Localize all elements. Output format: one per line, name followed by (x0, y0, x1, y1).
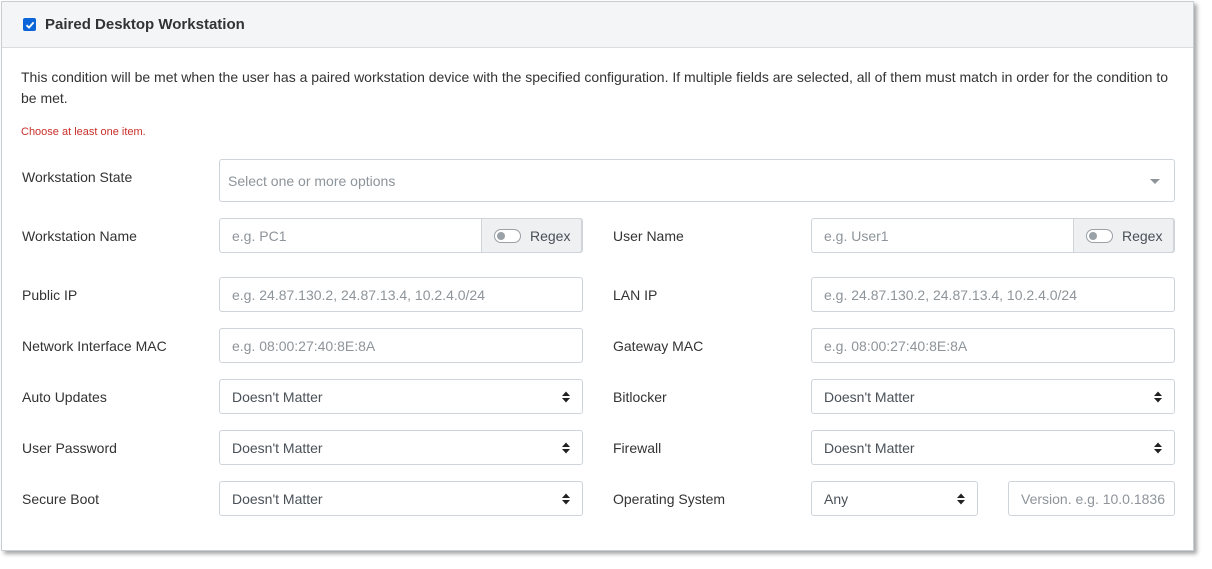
auto-updates-label: Auto Updates (22, 389, 107, 405)
firewall-select[interactable]: Doesn't Matter (811, 430, 1175, 465)
workstation-name-regex-toggle[interactable]: Regex (481, 218, 582, 253)
auto-updates-value: Doesn't Matter (232, 388, 323, 405)
condition-description: This condition will be met when the user… (21, 69, 1169, 106)
os-version-placeholder: Version. e.g. 10.0.1836 (1021, 490, 1165, 507)
workstation-name-label: Workstation Name (22, 228, 137, 244)
lan-ip-input[interactable]: e.g. 24.87.130.2, 24.87.13.4, 10.2.4.0/2… (811, 277, 1175, 312)
select-arrows-icon (1154, 442, 1162, 454)
regex-label: Regex (530, 227, 571, 244)
check-icon (25, 21, 34, 29)
secure-boot-value: Doesn't Matter (232, 490, 323, 507)
user-name-placeholder: e.g. User1 (824, 227, 889, 244)
gateway-mac-placeholder: e.g. 08:00:27:40:8E:8A (824, 337, 968, 354)
os-version-input[interactable]: Version. e.g. 10.0.1836 (1008, 481, 1175, 516)
workstation-name-placeholder: e.g. PC1 (232, 227, 287, 244)
workstation-state-multiselect[interactable]: Select one or more options (219, 159, 1175, 202)
operating-system-select[interactable]: Any (811, 481, 978, 516)
panel-header: Paired Desktop Workstation (2, 2, 1193, 48)
bitlocker-label: Bitlocker (613, 389, 667, 405)
user-name-regex-toggle[interactable]: Regex (1073, 218, 1174, 253)
network-mac-placeholder: e.g. 08:00:27:40:8E:8A (232, 337, 376, 354)
secure-boot-select[interactable]: Doesn't Matter (219, 481, 583, 516)
workstation-state-placeholder: Select one or more options (228, 172, 396, 189)
select-arrows-icon (562, 442, 570, 454)
gateway-mac-input[interactable]: e.g. 08:00:27:40:8E:8A (811, 328, 1175, 363)
select-arrows-icon (957, 493, 965, 505)
select-arrows-icon (562, 493, 570, 505)
workstation-name-input[interactable]: e.g. PC1 Regex (219, 218, 583, 253)
operating-system-label: Operating System (613, 491, 726, 507)
user-name-label: User Name (613, 228, 684, 244)
auto-updates-select[interactable]: Doesn't Matter (219, 379, 583, 414)
workstation-state-label: Workstation State (22, 169, 133, 185)
firewall-label: Firewall (613, 440, 662, 456)
bitlocker-value: Doesn't Matter (824, 388, 915, 405)
lan-ip-placeholder: e.g. 24.87.130.2, 24.87.13.4, 10.2.4.0/2… (824, 286, 1077, 303)
validation-error: Choose at least one item. (21, 126, 146, 138)
public-ip-input[interactable]: e.g. 24.87.130.2, 24.87.13.4, 10.2.4.0/2… (219, 277, 583, 312)
operating-system-value: Any (824, 490, 849, 507)
regex-label: Regex (1122, 227, 1163, 244)
user-password-value: Doesn't Matter (232, 439, 323, 456)
toggle-switch-icon[interactable] (1086, 228, 1113, 243)
public-ip-label: Public IP (22, 287, 78, 303)
firewall-value: Doesn't Matter (824, 439, 915, 456)
gateway-mac-label: Gateway MAC (613, 338, 704, 354)
toggle-switch-icon[interactable] (494, 228, 521, 243)
network-interface-mac-label: Network Interface MAC (22, 338, 167, 354)
user-name-input[interactable]: e.g. User1 Regex (811, 218, 1175, 253)
enable-condition-checkbox[interactable] (23, 18, 36, 31)
user-password-select[interactable]: Doesn't Matter (219, 430, 583, 465)
public-ip-placeholder: e.g. 24.87.130.2, 24.87.13.4, 10.2.4.0/2… (232, 286, 485, 303)
select-arrows-icon (1154, 391, 1162, 403)
panel-title: Paired Desktop Workstation (45, 16, 245, 33)
network-interface-mac-input[interactable]: e.g. 08:00:27:40:8E:8A (219, 328, 583, 363)
chevron-down-icon (1150, 179, 1160, 184)
select-arrows-icon (562, 391, 570, 403)
user-password-label: User Password (22, 440, 117, 456)
secure-boot-label: Secure Boot (22, 491, 100, 507)
lan-ip-label: LAN IP (613, 287, 658, 303)
bitlocker-select[interactable]: Doesn't Matter (811, 379, 1175, 414)
